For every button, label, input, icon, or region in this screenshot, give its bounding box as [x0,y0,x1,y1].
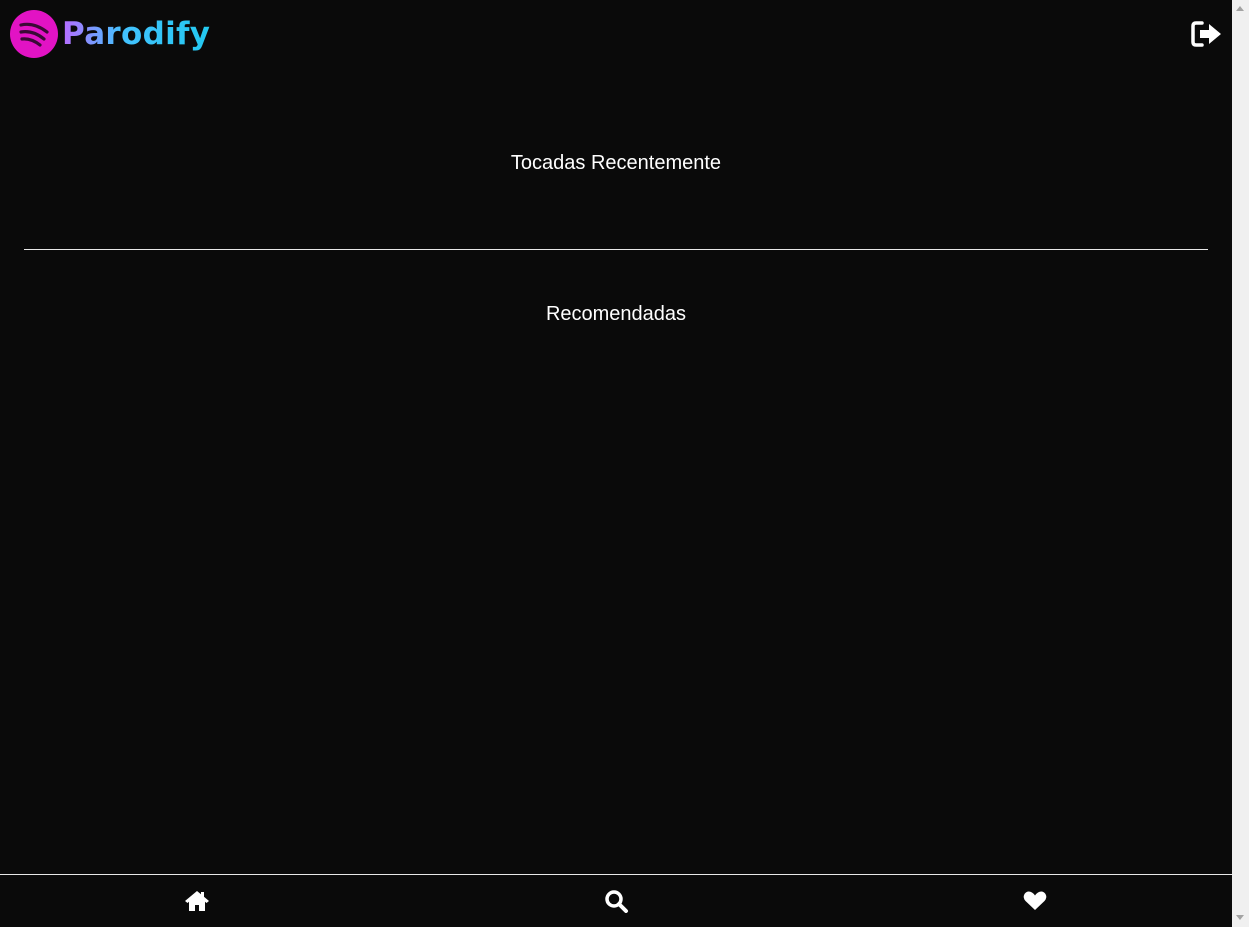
sign-out-icon [1191,21,1221,47]
logout-button[interactable] [1190,19,1226,49]
bottom-nav [0,874,1232,927]
search-icon [605,890,628,913]
logo-text: Parodify [62,10,210,58]
app-root: Parodify Tocadas Recentemente Recomendad… [0,0,1232,927]
parodify-logo-icon [10,10,58,58]
nav-home-button[interactable] [184,889,210,913]
scroll-up-arrow-icon[interactable] [1236,6,1244,11]
heart-icon [1023,891,1047,910]
nav-favorites-button[interactable] [1022,889,1048,913]
recommended-title: Recomendadas [545,303,687,325]
section-divider [24,249,1208,250]
header: Parodify [0,0,1232,70]
scroll-down-arrow-icon[interactable] [1236,915,1244,920]
recently-played-title: Tocadas Recentemente [510,152,722,174]
logo[interactable]: Parodify [10,10,210,58]
home-icon [185,891,209,911]
nav-search-button[interactable] [604,889,630,913]
vertical-scrollbar[interactable] [1232,0,1249,927]
